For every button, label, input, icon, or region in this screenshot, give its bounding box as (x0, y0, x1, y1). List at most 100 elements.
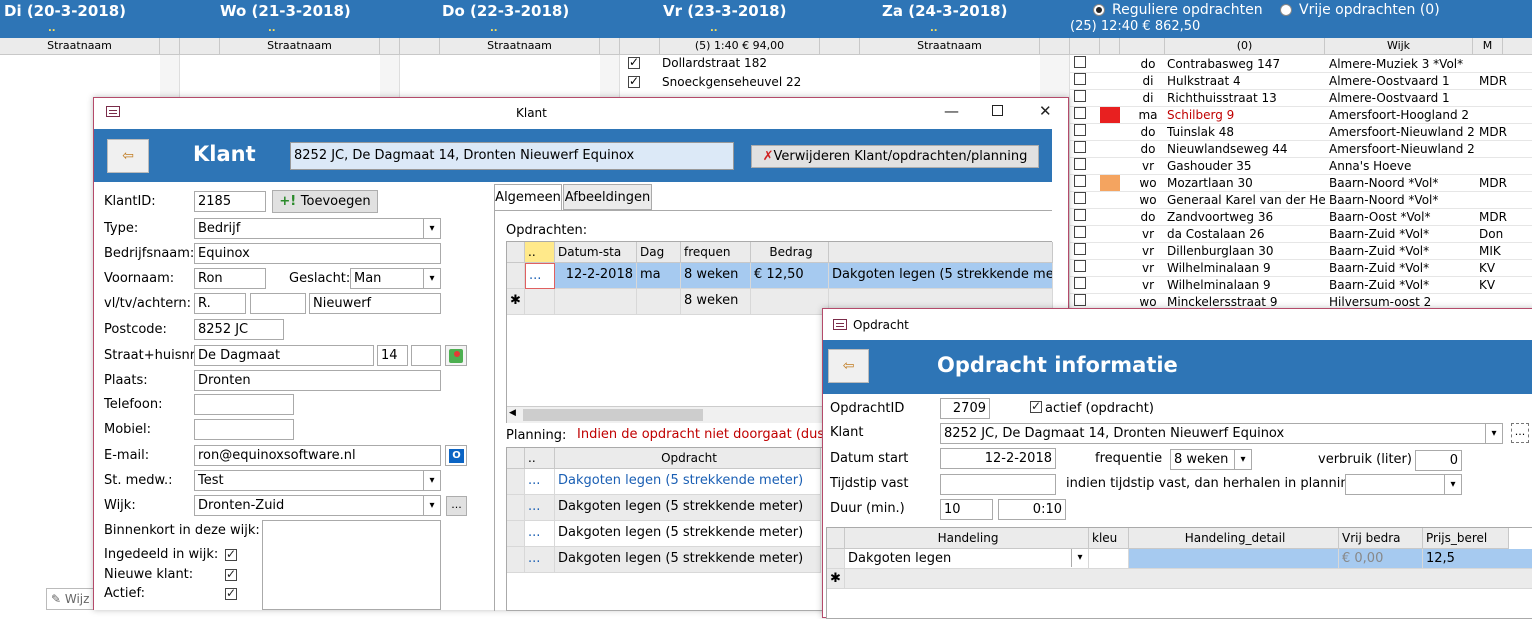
duur-field[interactable]: 10 (940, 499, 993, 520)
minimize-icon[interactable]: — (944, 102, 959, 120)
chevron-down-icon[interactable]: ▾ (423, 219, 440, 238)
day-header-wed[interactable]: Wo (21-3-2018) (220, 2, 351, 20)
row-selector[interactable] (827, 549, 845, 569)
row-checkbox[interactable] (1074, 192, 1086, 204)
binnenkort-list[interactable] (262, 520, 441, 610)
type-select[interactable]: Bedrijf ▾ (194, 218, 441, 239)
cell-omschr[interactable]: Dakgoten legen (5 strekkende mete (829, 263, 1053, 289)
list-item[interactable]: do Nieuwlandseweg 44 Amersfoort-Nieuwland … (1070, 141, 1532, 158)
col-header-street[interactable]: Straatnaam (440, 38, 600, 55)
straat-field[interactable]: De Dagmaat (194, 345, 374, 366)
row-open-button[interactable]: ... (525, 263, 555, 289)
new-cell-freq[interactable]: 8 weken (681, 289, 751, 315)
opdrachtid-field[interactable]: 2709 (940, 398, 990, 419)
new-cell[interactable] (525, 289, 555, 315)
new-cell[interactable] (751, 289, 829, 315)
list-item[interactable]: do Contrabasweg 147 Almere-Muziek 3 *Vol* (1070, 56, 1532, 73)
cell-bedrag[interactable]: € 12,50 (751, 263, 829, 289)
ingedeeld-checkbox[interactable] (225, 547, 237, 561)
chevron-down-icon[interactable]: ▾ (423, 471, 440, 490)
back-button[interactable]: ⇦ (107, 139, 149, 173)
col-header-datum[interactable]: Datum-sta (555, 242, 637, 263)
col-header-check[interactable] (1070, 38, 1100, 55)
planning-row-opdracht[interactable]: Dakgoten legen (5 strekkende meter) (555, 521, 821, 547)
cell-dag[interactable]: ma (637, 263, 681, 289)
list-item[interactable]: do Zandvoortweg 36 Baarn-Oost *Vol* MDR (1070, 209, 1532, 226)
new-cell[interactable] (637, 289, 681, 315)
list-item[interactable]: vr Gashouder 35 Anna's Hoeve (1070, 158, 1532, 175)
chevron-down-icon[interactable]: ▾ (423, 269, 440, 288)
cell-handeling[interactable]: Dakgoten legen ▾ (845, 549, 1089, 569)
cell-prijs[interactable]: 12,5 (1423, 549, 1532, 569)
col-header-street[interactable]: Straatnaam (0, 38, 160, 55)
tab-afbeeldingen[interactable]: Afbeeldingen (563, 184, 652, 210)
day-header-fri[interactable]: Vr (23-3-2018) (663, 2, 786, 20)
cell-kleur[interactable] (1089, 549, 1129, 569)
row-checkbox[interactable] (1074, 141, 1086, 153)
frequentie-select[interactable]: 8 weken ▾ (1170, 449, 1252, 470)
mobiel-field[interactable] (194, 419, 294, 440)
row-checkbox[interactable] (1074, 107, 1086, 119)
grid-corner[interactable] (507, 448, 525, 469)
row-checkbox[interactable] (1074, 158, 1086, 170)
row-selector[interactable] (507, 469, 525, 495)
row-open-button[interactable]: ... (525, 521, 555, 547)
col-header-sel[interactable]: .. (525, 242, 555, 263)
day-header-thu[interactable]: Do (22-3-2018) (442, 2, 569, 20)
col-header-count[interactable]: (0) (1165, 38, 1325, 55)
row-open-button[interactable]: ... (525, 469, 555, 495)
col-header-m[interactable]: M (1473, 38, 1503, 55)
row-checkbox[interactable] (1074, 294, 1086, 306)
huisnr-field[interactable]: 14 (377, 345, 408, 366)
radio-unselected-icon[interactable] (1280, 4, 1292, 16)
row-checkbox[interactable] (1074, 260, 1086, 272)
datum-start-field[interactable]: 12-2-2018 (940, 448, 1056, 469)
list-item[interactable]: di Richthuisstraat 13 Almere-Oostvaard 1 (1070, 90, 1532, 107)
col-header-friday[interactable]: (5) 1:40 € 94,00 (660, 38, 820, 55)
row-checkbox[interactable] (1074, 209, 1086, 221)
row-selector[interactable] (507, 547, 525, 573)
new-cell[interactable] (555, 289, 637, 315)
list-item[interactable]: do Tuinslak 48 Amersfoort-Nieuwland 2 p MDR (1070, 124, 1532, 141)
postcode-field[interactable]: 8252 JC (194, 319, 284, 340)
planning-row-opdracht[interactable]: Dakgoten legen (5 strekkende meter) (555, 547, 821, 573)
radio-selected-icon[interactable] (1093, 4, 1105, 16)
col-header-prijs[interactable]: Prijs_berel (1423, 528, 1509, 549)
cell-datum[interactable]: 12-2-2018 (555, 263, 637, 289)
add-button[interactable]: +! Toevoegen (272, 190, 378, 213)
voornaam-field[interactable]: Ron (194, 268, 266, 289)
email-field[interactable]: ron@equinoxsoftware.nl (194, 445, 441, 466)
duur-time-field[interactable]: 0:10 (998, 499, 1066, 520)
row-open-button[interactable]: ... (525, 547, 555, 573)
cell-detail[interactable] (1129, 549, 1339, 569)
row-selector[interactable] (507, 263, 525, 289)
col-header-opdracht[interactable]: Opdracht (555, 448, 821, 469)
chevron-down-icon[interactable]: ▾ (1485, 424, 1502, 443)
klant-select[interactable]: 8252 JC, De Dagmaat 14, Dronten Nieuwerf… (940, 423, 1503, 444)
klant-more-button[interactable]: ... (1511, 423, 1529, 443)
col-header-street[interactable]: Straatnaam (860, 38, 1040, 55)
list-item[interactable]: vr da Costalaan 26 Baarn-Zuid *Vol* Don (1070, 226, 1532, 243)
grid-corner[interactable] (827, 528, 845, 549)
list-item[interactable]: di Hulkstraat 4 Almere-Oostvaard 1 MDR (1070, 73, 1532, 90)
friday-checkbox[interactable]: ✓ (628, 55, 640, 69)
col-header-sel[interactable]: .. (525, 448, 555, 469)
row-checkbox[interactable] (1074, 73, 1086, 85)
scroll-thumb[interactable] (523, 409, 703, 421)
row-checkbox[interactable] (1074, 175, 1086, 187)
cell-vrij[interactable]: € 0,00 (1339, 549, 1423, 569)
chevron-down-icon[interactable]: ▾ (1234, 450, 1251, 469)
row-checkbox[interactable] (1074, 56, 1086, 68)
radio-regular[interactable]: Reguliere opdrachten (1093, 2, 1263, 18)
list-item[interactable]: vr Dillenburglaan 30 Baarn-Zuid *Vol* MIK (1070, 243, 1532, 260)
col-header-detail[interactable]: Handeling_detail (1129, 528, 1339, 549)
klantid-field[interactable]: 2185 (194, 191, 266, 212)
list-item[interactable]: ma Schilberg 9 Amersfoort-Hoogland 2 (1070, 107, 1532, 124)
col-header-handeling[interactable]: Handeling (845, 528, 1089, 549)
wijk-more-button[interactable]: ... (446, 496, 467, 516)
col-header-vrij[interactable]: Vrij bedra (1339, 528, 1423, 549)
voorletters-field[interactable]: R. (194, 293, 246, 314)
row-selector[interactable] (507, 495, 525, 521)
grid-corner[interactable] (507, 242, 525, 263)
geslacht-select[interactable]: Man ▾ (350, 268, 441, 289)
